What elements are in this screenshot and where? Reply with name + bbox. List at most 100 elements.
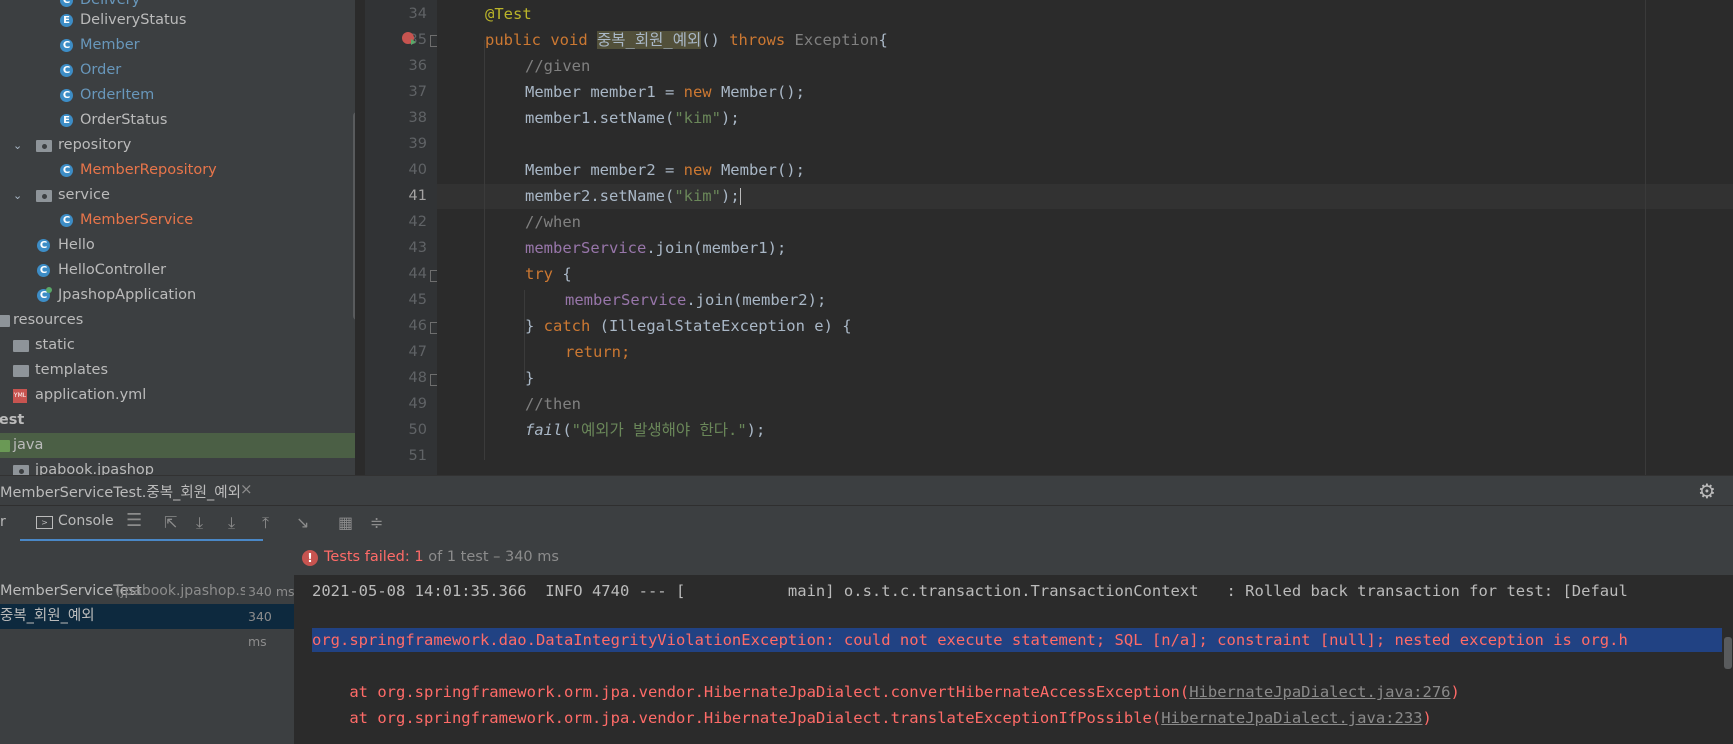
code-line-36[interactable]: //given	[525, 53, 590, 79]
editor-gutter: 34 35 36 37 38 39 40 41 42 43 44 45 46 4…	[365, 0, 437, 475]
tree-scrollbar[interactable]	[353, 112, 355, 320]
tree-item-memberrepository[interactable]: C MemberRepository	[0, 158, 355, 183]
error-icon: !	[302, 550, 318, 566]
code-line-38[interactable]: member1.setName("kim");	[525, 105, 740, 131]
test-status-text: Tests failed: 1 of 1 test – 340 ms	[324, 549, 559, 565]
line-number: 38	[408, 110, 427, 126]
code-line-50[interactable]: fail("예외가 발생해야 한다.");	[525, 417, 765, 443]
line-number: 51	[408, 448, 427, 464]
run-tab-title[interactable]: MemberServiceTest.중복_회원_예외	[0, 481, 241, 502]
tree-item-templates[interactable]: templates	[0, 358, 355, 383]
code-line-37[interactable]: Member member1 = new Member();	[525, 79, 805, 105]
close-tab-icon[interactable]: ×	[240, 480, 253, 498]
code-line-45[interactable]: memberService.join(member2);	[565, 287, 826, 313]
line-number: 39	[408, 136, 427, 152]
line-number: 48	[408, 370, 427, 386]
source-folder-icon	[0, 440, 10, 452]
tree-item-resources[interactable]: resources	[0, 308, 355, 333]
line-number: 42	[408, 214, 427, 230]
test-case-row[interactable]: 중복_회원_예외 340 ms	[0, 604, 294, 649]
line-number: 36	[408, 58, 427, 74]
line-number: 46	[408, 318, 427, 334]
project-tree: C Delivery E DeliveryStatus C Member C O…	[0, 0, 355, 475]
line-number-current: 41	[408, 188, 427, 204]
line-number: 40	[408, 162, 427, 178]
code-line-41[interactable]: member2.setName("kim");	[525, 183, 741, 209]
line-number: 34	[408, 6, 427, 22]
code-line-43[interactable]: memberService.join(member1);	[525, 235, 786, 261]
stack-trace-line[interactable]: at org.springframework.orm.jpa.vendor.Hi…	[312, 705, 1432, 731]
chevron-down-icon[interactable]: ⌄	[13, 183, 22, 208]
console-info-line: 2021-05-08 14:01:35.366 INFO 4740 --- [ …	[312, 582, 1628, 600]
cursor-icon[interactable]: ↘	[296, 513, 309, 532]
code-line-48[interactable]: }	[525, 365, 534, 391]
class-icon: C	[60, 64, 73, 77]
package-icon	[36, 190, 52, 202]
code-line-35[interactable]: public void 중복_회원_예외() throws Exception{	[485, 27, 888, 53]
tree-item-service[interactable]: ⌄ service	[0, 183, 355, 208]
console-output[interactable]: 2021-05-08 14:01:35.366 INFO 4740 --- [ …	[294, 575, 1733, 744]
code-line-34[interactable]: @Test	[485, 1, 532, 27]
code-line-44[interactable]: try {	[525, 261, 572, 287]
class-icon: C	[60, 89, 73, 102]
tree-item-static[interactable]: static	[0, 333, 355, 358]
table-icon[interactable]: ▦	[338, 513, 353, 532]
source-link[interactable]: HibernateJpaDialect.java:276	[1189, 683, 1450, 701]
download-icon[interactable]: ⤓	[196, 513, 203, 533]
tree-item-order[interactable]: C Order	[0, 58, 355, 83]
line-number: 37	[408, 84, 427, 100]
source-link[interactable]: HibernateJpaDialect.java:233	[1161, 709, 1422, 727]
code-editor[interactable]: @Test public void 중복_회원_예외() throws Exce…	[437, 0, 1733, 475]
chevron-down-icon[interactable]: ⌄	[13, 133, 22, 158]
tree-item-jpashopapplication[interactable]: C JpashopApplication	[0, 283, 355, 308]
run-panel-header: MemberServiceTest.중복_회원_예외 × ⚙	[0, 475, 1733, 506]
package-icon	[36, 140, 52, 152]
line-number: 47	[408, 344, 427, 360]
menu-icon[interactable]: ☰	[126, 510, 142, 531]
run-config-icon	[46, 287, 52, 293]
scroll-up-icon[interactable]: ⇱	[164, 513, 177, 532]
run-toolbar: r > Console ☰ ⇱ ⤓ ⤓ ⤒ ↘ ▦ ≑	[0, 505, 1733, 543]
test-results-tree: MemberServiceTest (jpabook.jpashop.se 34…	[0, 541, 294, 744]
diff-icon[interactable]: ≑	[370, 513, 383, 532]
tree-item-memberservice[interactable]: C MemberService	[0, 208, 355, 233]
tree-item-repository[interactable]: ⌄ repository	[0, 133, 355, 158]
code-line-49[interactable]: //then	[525, 391, 581, 417]
tree-item-hellocontroller[interactable]: C HelloController	[0, 258, 355, 283]
download-all-icon[interactable]: ⤓	[228, 513, 235, 533]
test-suite-row[interactable]: MemberServiceTest (jpabook.jpashop.se 34…	[0, 579, 294, 604]
yml-file-icon: YML	[13, 389, 27, 403]
tree-item-member[interactable]: C Member	[0, 33, 355, 58]
tree-item-deliverystatus[interactable]: E DeliveryStatus	[0, 8, 355, 33]
tab-fragment: r	[0, 514, 6, 530]
gear-icon[interactable]: ⚙	[1698, 479, 1716, 503]
tree-item-jpabook-jpashop[interactable]: jpabook.jpashop	[0, 458, 355, 475]
right-margin	[1645, 0, 1646, 475]
tree-item-test[interactable]: test	[0, 408, 355, 433]
code-line-42[interactable]: //when	[525, 209, 581, 235]
class-icon: C	[60, 214, 73, 227]
enum-icon: E	[60, 14, 73, 27]
upload-icon[interactable]: ⤒	[262, 513, 269, 533]
stack-trace-line[interactable]: at org.springframework.orm.jpa.vendor.Hi…	[312, 679, 1460, 705]
class-icon: C	[60, 0, 73, 7]
console-scrollbar[interactable]	[1723, 575, 1733, 744]
tab-console[interactable]: > Console ☰	[20, 506, 263, 542]
folder-icon	[13, 340, 29, 352]
tree-item-java[interactable]: java	[0, 433, 355, 458]
enum-icon: E	[60, 114, 73, 127]
tree-item-application-yml[interactable]: YML application.yml	[0, 383, 355, 408]
line-number: 49	[408, 396, 427, 412]
code-line-46[interactable]: } catch (IllegalStateException e) {	[525, 313, 852, 339]
class-icon: C	[60, 164, 73, 177]
console-exception-line[interactable]: org.springframework.dao.DataIntegrityVio…	[312, 627, 1628, 653]
tree-item-orderstatus[interactable]: E OrderStatus	[0, 108, 355, 133]
console-icon: >	[36, 516, 53, 529]
folder-icon	[13, 365, 29, 377]
tree-item-orderitem[interactable]: C OrderItem	[0, 83, 355, 108]
run-test-icon[interactable]	[401, 31, 417, 47]
code-line-40[interactable]: Member member2 = new Member();	[525, 157, 805, 183]
class-icon: C	[37, 264, 50, 277]
tree-item-hello[interactable]: C Hello	[0, 233, 355, 258]
code-line-47[interactable]: return;	[565, 339, 630, 365]
